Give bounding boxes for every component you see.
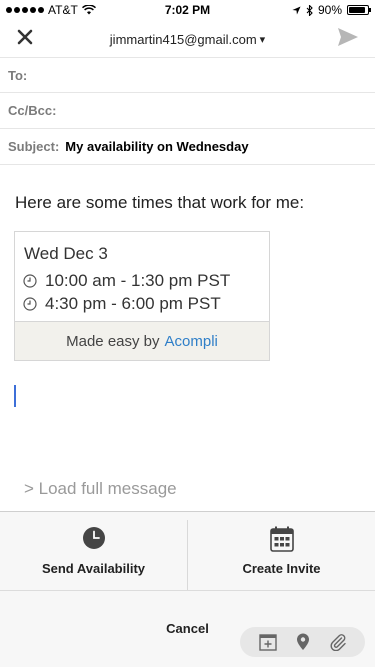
from-account-selector[interactable]: jimmartin415@gmail.com ▾ (105, 28, 270, 50)
time-slot-label: 10:00 am - 1:30 pm PST (45, 271, 231, 290)
availability-card: Wed Dec 3 10:00 am - 1:30 pm PST 4:30 pm… (14, 231, 270, 361)
create-invite-label: Create Invite (242, 561, 321, 576)
calendar-icon (269, 526, 294, 552)
status-right: 90% (292, 3, 371, 17)
close-icon[interactable] (14, 24, 38, 50)
time-slot: 10:00 am - 1:30 pm PST (23, 271, 230, 291)
location-pin-icon[interactable] (293, 632, 313, 652)
compose-header: jimmartin415@gmail.com ▾ (0, 20, 375, 56)
load-full-message-link[interactable]: > Load full message (24, 479, 177, 499)
time-slot: 4:30 pm - 6:00 pm PST (23, 294, 221, 314)
message-intro[interactable]: Here are some times that work for me: (15, 193, 304, 213)
clock-icon (82, 527, 105, 549)
subject-label: Subject: (8, 139, 60, 154)
to-field[interactable]: To: (0, 57, 375, 93)
paperclip-icon[interactable] (328, 632, 348, 652)
cc-bcc-field[interactable]: Cc/Bcc: (0, 93, 375, 129)
chevron-down-icon: ▾ (259, 33, 266, 46)
cc-bcc-label: Cc/Bcc: (8, 103, 57, 118)
battery-fill (349, 7, 366, 13)
clock-icon (23, 297, 37, 311)
divider (0, 590, 375, 591)
card-footer: Made easy by Acompli (15, 321, 269, 360)
battery-percent: 90% (317, 3, 342, 17)
clock-icon (23, 274, 37, 288)
availability-date: Wed Dec 3 (24, 244, 108, 263)
acompli-link[interactable]: Acompli (165, 333, 218, 350)
battery-icon (347, 5, 371, 15)
send-icon[interactable] (337, 26, 359, 48)
create-invite-button[interactable]: Create Invite (188, 512, 375, 589)
subject-field[interactable]: Subject: My availability on Wednesday (0, 129, 375, 165)
time-slot-label: 4:30 pm - 6:00 pm PST (45, 294, 221, 313)
from-account: jimmartin415@gmail.com (109, 31, 257, 47)
footer-prefix: Made easy by (66, 332, 160, 350)
compose-toolbar (240, 627, 365, 657)
send-availability-button[interactable]: Send Availability (0, 512, 187, 589)
add-calendar-icon[interactable] (258, 632, 278, 652)
send-availability-label: Send Availability (41, 561, 146, 576)
subject-value[interactable]: My availability on Wednesday (65, 139, 248, 154)
bluetooth-icon (306, 4, 313, 16)
location-arrow-icon (292, 5, 301, 15)
text-cursor (14, 385, 16, 407)
status-bar: AT&T 7:02 PM 90% (0, 0, 375, 20)
to-label: To: (8, 67, 28, 83)
